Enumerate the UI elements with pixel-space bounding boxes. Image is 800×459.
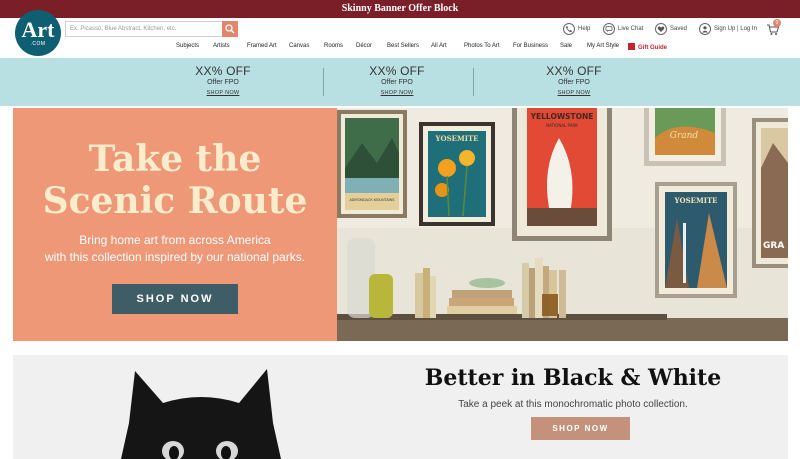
bw-subtitle: Take a peek at this monochromatic photo … — [458, 399, 688, 410]
nav-item-best-sellers[interactable]: Best Sellers — [387, 43, 419, 49]
search-icon — [225, 24, 235, 34]
poster-grand: Grand — [644, 108, 726, 166]
offer-block-1[interactable]: XX% OFF Offer FPO SHOP NOW — [168, 64, 278, 96]
nav-item-for-business[interactable]: For Business — [513, 43, 548, 49]
chat-icon — [603, 23, 615, 35]
cart-count-badge: 0 — [773, 19, 781, 27]
offer-fpo: Offer FPO — [381, 79, 413, 86]
search-button[interactable] — [222, 21, 238, 37]
offer-shop-link[interactable]: SHOP NOW — [342, 90, 452, 96]
nav-item-sale[interactable]: Sale — [560, 43, 572, 49]
main-nav: Subjects Artists Framed Art Canvas Rooms… — [0, 43, 800, 55]
hero-panel: Take the Scenic Route Bring home art fro… — [13, 108, 337, 341]
live-chat-link[interactable]: Live Chat — [603, 22, 643, 36]
svg-text:GRA: GRA — [763, 241, 784, 251]
hero-sub-line: with this collection inspired by our nat… — [44, 250, 306, 264]
art-com-logo[interactable]: Art .COM — [15, 10, 61, 56]
poster-yosemite-falls: YOSEMITE — [655, 182, 737, 298]
saved-label: Saved — [670, 26, 688, 32]
offer-shop-link[interactable]: SHOP NOW — [519, 90, 629, 96]
svg-text:YOSEMITE: YOSEMITE — [434, 134, 478, 143]
offer-shop-link[interactable]: SHOP NOW — [168, 90, 278, 96]
heart-icon — [655, 23, 667, 35]
poster-yellowstone: YELLOWSTONE NATIONAL PARK — [512, 108, 612, 241]
help-link[interactable]: Help — [563, 22, 590, 36]
logo-text: Art — [21, 17, 55, 42]
nav-item-photos-to-art[interactable]: Photos To Art — [464, 43, 500, 49]
phone-icon — [563, 23, 575, 35]
hero-subtitle: Bring home art from across America with … — [13, 232, 337, 266]
hero-title-line: Scenic Route — [42, 180, 308, 222]
help-label: Help — [578, 26, 591, 32]
nav-item-canvas[interactable]: Canvas — [289, 43, 309, 49]
hero-sub-line: Bring home art from across America — [79, 233, 271, 247]
nav-item-artists[interactable]: Artists — [213, 43, 230, 49]
bw-promo-banner[interactable]: Better in Black & White Take a peek at t… — [13, 355, 788, 459]
saved-link[interactable]: Saved — [655, 22, 687, 36]
nav-item-subjects[interactable]: Subjects — [176, 43, 199, 49]
skinny-banner[interactable]: Skinny Banner Offer Block — [0, 0, 800, 18]
nav-item-all-art[interactable]: All Art — [431, 43, 447, 49]
live-chat-label: Live Chat — [618, 26, 644, 32]
offer-fpo: Offer FPO — [558, 79, 590, 86]
offer-band: XX% OFF Offer FPO SHOP NOW XX% OFF Offer… — [0, 58, 800, 106]
offer-fpo: Offer FPO — [207, 79, 239, 86]
hero-photo[interactable]: ADIRONDACK MOUNTAINS YOSEMITE YELLOWSTON… — [337, 108, 788, 341]
hero-shop-now-button[interactable]: SHOP NOW — [112, 284, 238, 314]
search-input[interactable]: Ex. Picasso, Blue Abstract, Kitchen, etc… — [65, 21, 223, 37]
svg-text:YELLOWSTONE: YELLOWSTONE — [530, 112, 594, 121]
nav-item-framed-art[interactable]: Framed Art — [247, 43, 277, 49]
bw-title: Better in Black & White — [424, 365, 722, 391]
poster-adirondack: ADIRONDACK MOUNTAINS — [337, 110, 407, 218]
offer-pct: XX% OFF — [369, 64, 425, 78]
offer-pct: XX% OFF — [195, 64, 251, 78]
offer-block-3[interactable]: XX% OFF Offer FPO SHOP NOW — [519, 64, 629, 96]
gallery-wall-image: ADIRONDACK MOUNTAINS YOSEMITE YELLOWSTON… — [337, 108, 788, 341]
hero-title-line: Take the — [88, 138, 262, 180]
poster-partial: GRA — [752, 118, 788, 268]
gift-guide-label: Gift Guide — [638, 45, 667, 51]
svg-text:ADIRONDACK MOUNTAINS: ADIRONDACK MOUNTAINS — [349, 198, 395, 202]
cart-button[interactable]: 0 — [766, 19, 781, 36]
account-link[interactable]: Sign Up | Log In — [699, 22, 757, 36]
hero-title: Take the Scenic Route — [13, 138, 337, 222]
bw-shop-now-button[interactable]: SHOP NOW — [531, 417, 630, 440]
offer-block-2[interactable]: XX% OFF Offer FPO SHOP NOW — [342, 64, 452, 96]
divider — [473, 68, 474, 96]
divider — [323, 68, 324, 96]
account-label: Sign Up | Log In — [714, 26, 757, 32]
nav-item-rooms[interactable]: Rooms — [324, 43, 343, 49]
svg-text:Grand: Grand — [670, 131, 699, 141]
user-icon — [699, 23, 711, 35]
nav-item-my-art-style[interactable]: My Art Style — [587, 43, 619, 49]
nav-item-decor[interactable]: Décor — [356, 43, 372, 49]
poster-yosemite-poppy: YOSEMITE — [419, 122, 495, 226]
svg-text:NATIONAL PARK: NATIONAL PARK — [546, 123, 578, 128]
offer-pct: XX% OFF — [546, 64, 602, 78]
nav-item-gift-guide[interactable]: Gift Guide — [628, 43, 667, 51]
black-cat-image — [121, 369, 281, 459]
svg-text:YOSEMITE: YOSEMITE — [673, 196, 717, 205]
gift-icon — [628, 43, 635, 50]
